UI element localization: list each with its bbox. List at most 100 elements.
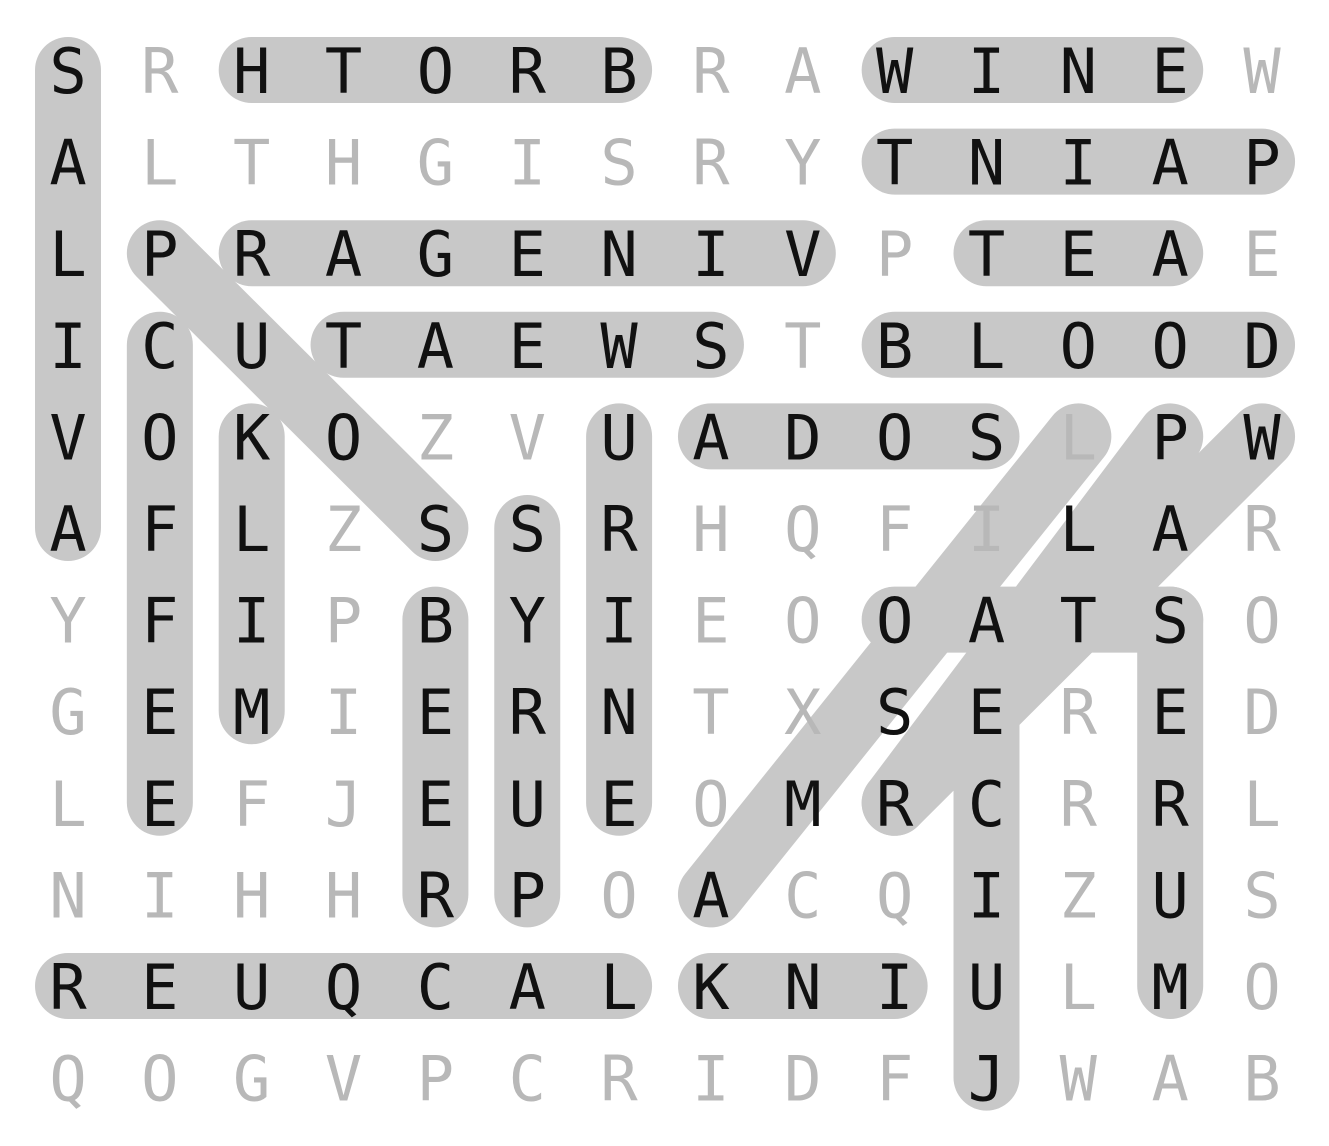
- grid-letter-r0-c1[interactable]: R: [141, 35, 179, 108]
- grid-letter-r0-c12[interactable]: E: [1152, 35, 1189, 108]
- grid-letter-r4-c13[interactable]: W: [1243, 401, 1281, 474]
- grid-letter-r4-c5[interactable]: V: [509, 401, 546, 474]
- grid-letter-r10-c8[interactable]: N: [784, 951, 821, 1024]
- grid-letter-r9-c3[interactable]: H: [325, 859, 362, 932]
- grid-letter-r10-c13[interactable]: O: [1243, 951, 1280, 1024]
- grid-letter-r5-c10[interactable]: I: [968, 493, 1005, 566]
- grid-letter-r7-c8[interactable]: X: [784, 676, 821, 749]
- grid-letter-r8-c4[interactable]: E: [417, 768, 454, 841]
- grid-letter-r6-c7[interactable]: E: [692, 585, 729, 658]
- grid-letter-r11-c0[interactable]: Q: [49, 1043, 86, 1116]
- grid-letter-r2-c2[interactable]: R: [233, 218, 271, 291]
- grid-letter-r7-c10[interactable]: E: [968, 676, 1005, 749]
- grid-letter-r4-c11[interactable]: L: [1060, 401, 1097, 474]
- grid-letter-r5-c0[interactable]: A: [49, 493, 86, 566]
- grid-letter-r2-c3[interactable]: A: [325, 218, 362, 291]
- grid-letter-r7-c7[interactable]: T: [692, 676, 729, 749]
- grid-letter-r3-c8[interactable]: T: [784, 310, 821, 383]
- grid-letter-r1-c3[interactable]: H: [325, 127, 362, 200]
- grid-letter-r2-c9[interactable]: P: [876, 218, 913, 291]
- grid-letter-r11-c2[interactable]: G: [233, 1043, 270, 1116]
- grid-letter-r3-c13[interactable]: D: [1243, 310, 1280, 383]
- grid-letter-r9-c1[interactable]: I: [141, 859, 178, 932]
- grid-letter-r9-c10[interactable]: I: [968, 859, 1005, 932]
- grid-letter-r2-c10[interactable]: T: [968, 218, 1005, 291]
- grid-letter-r3-c3[interactable]: T: [325, 310, 362, 383]
- grid-letter-r11-c12[interactable]: A: [1152, 1043, 1189, 1116]
- grid-letter-r10-c0[interactable]: R: [49, 951, 87, 1024]
- grid-letter-r9-c0[interactable]: N: [49, 859, 86, 932]
- grid-letter-r10-c4[interactable]: C: [417, 951, 454, 1024]
- grid-letter-r3-c7[interactable]: S: [692, 310, 729, 383]
- grid-letter-r8-c13[interactable]: L: [1243, 768, 1280, 841]
- grid-letter-r8-c6[interactable]: E: [600, 768, 637, 841]
- grid-letter-r1-c5[interactable]: I: [509, 127, 546, 200]
- grid-letter-r6-c2[interactable]: I: [233, 585, 270, 658]
- grid-letter-r8-c8[interactable]: M: [784, 768, 821, 841]
- grid-letter-r8-c10[interactable]: C: [968, 768, 1005, 841]
- grid-letter-r10-c9[interactable]: I: [876, 951, 913, 1024]
- grid-letter-r0-c7[interactable]: R: [692, 35, 730, 108]
- grid-letter-r1-c0[interactable]: A: [49, 127, 86, 200]
- grid-letter-r3-c1[interactable]: C: [141, 310, 178, 383]
- grid-letter-r1-c2[interactable]: T: [233, 127, 270, 200]
- grid-letter-r2-c13[interactable]: E: [1243, 218, 1280, 291]
- grid-letter-r9-c5[interactable]: P: [509, 859, 546, 932]
- grid-letter-r1-c7[interactable]: R: [692, 127, 730, 200]
- grid-letter-r7-c2[interactable]: M: [233, 676, 270, 749]
- grid-letter-r6-c3[interactable]: P: [325, 585, 362, 658]
- grid-letter-r6-c4[interactable]: B: [417, 585, 454, 658]
- grid-letter-r4-c8[interactable]: D: [784, 401, 821, 474]
- grid-letter-r9-c9[interactable]: Q: [876, 859, 913, 932]
- grid-letter-r7-c3[interactable]: I: [325, 676, 362, 749]
- grid-letter-r2-c5[interactable]: E: [509, 218, 546, 291]
- grid-letter-r10-c7[interactable]: K: [692, 951, 730, 1024]
- grid-letter-r3-c10[interactable]: L: [968, 310, 1005, 383]
- grid-letter-r1-c12[interactable]: A: [1152, 127, 1189, 200]
- grid-letter-r2-c12[interactable]: A: [1152, 218, 1189, 291]
- grid-letter-r9-c7[interactable]: A: [692, 859, 729, 932]
- grid-letter-r1-c10[interactable]: N: [968, 127, 1005, 200]
- grid-letter-r1-c13[interactable]: P: [1243, 127, 1280, 200]
- grid-letter-r6-c0[interactable]: Y: [49, 585, 86, 658]
- grid-letter-r2-c0[interactable]: L: [49, 218, 86, 291]
- grid-letter-r6-c5[interactable]: Y: [509, 585, 546, 658]
- grid-letter-r4-c4[interactable]: Z: [417, 401, 454, 474]
- grid-letter-r10-c11[interactable]: L: [1060, 951, 1097, 1024]
- grid-letter-r0-c13[interactable]: W: [1243, 35, 1281, 108]
- grid-letter-r4-c10[interactable]: S: [968, 401, 1005, 474]
- grid-letter-r8-c9[interactable]: R: [876, 768, 914, 841]
- grid-letter-r3-c5[interactable]: E: [509, 310, 546, 383]
- grid-letter-r3-c0[interactable]: I: [49, 310, 86, 383]
- grid-letter-r5-c1[interactable]: F: [141, 493, 178, 566]
- grid-letter-r7-c11[interactable]: R: [1060, 676, 1098, 749]
- grid-letter-r1-c9[interactable]: T: [876, 127, 913, 200]
- grid-letter-r5-c2[interactable]: L: [233, 493, 270, 566]
- grid-letter-r6-c10[interactable]: A: [968, 585, 1005, 658]
- grid-letter-r9-c8[interactable]: C: [784, 859, 821, 932]
- grid-letter-r10-c1[interactable]: E: [141, 951, 178, 1024]
- grid-letter-r4-c3[interactable]: O: [325, 401, 362, 474]
- grid-letter-r0-c10[interactable]: I: [968, 35, 1005, 108]
- grid-letter-r10-c5[interactable]: A: [509, 951, 546, 1024]
- grid-letter-r5-c5[interactable]: S: [509, 493, 546, 566]
- grid-letter-r0-c2[interactable]: H: [233, 35, 270, 108]
- grid-letter-r11-c3[interactable]: V: [325, 1043, 362, 1116]
- grid-letter-r8-c7[interactable]: O: [692, 768, 729, 841]
- grid-letter-r10-c6[interactable]: L: [600, 951, 637, 1024]
- grid-letter-r4-c1[interactable]: O: [141, 401, 178, 474]
- grid-letter-r1-c8[interactable]: Y: [784, 127, 821, 200]
- grid-letter-r1-c1[interactable]: L: [141, 127, 178, 200]
- grid-letter-r3-c9[interactable]: B: [876, 310, 913, 383]
- grid-letter-r11-c11[interactable]: W: [1060, 1043, 1098, 1116]
- grid-letter-r5-c12[interactable]: A: [1152, 493, 1189, 566]
- grid-letter-r7-c5[interactable]: R: [509, 676, 547, 749]
- grid-letter-r5-c7[interactable]: H: [692, 493, 729, 566]
- grid-letter-r6-c12[interactable]: S: [1152, 585, 1189, 658]
- grid-letter-r2-c1[interactable]: P: [141, 218, 178, 291]
- grid-letter-r6-c1[interactable]: F: [141, 585, 178, 658]
- grid-letter-r3-c2[interactable]: U: [233, 310, 270, 383]
- grid-letter-r11-c6[interactable]: R: [600, 1043, 638, 1116]
- grid-letter-r5-c3[interactable]: Z: [325, 493, 362, 566]
- grid-letter-r4-c12[interactable]: P: [1152, 401, 1189, 474]
